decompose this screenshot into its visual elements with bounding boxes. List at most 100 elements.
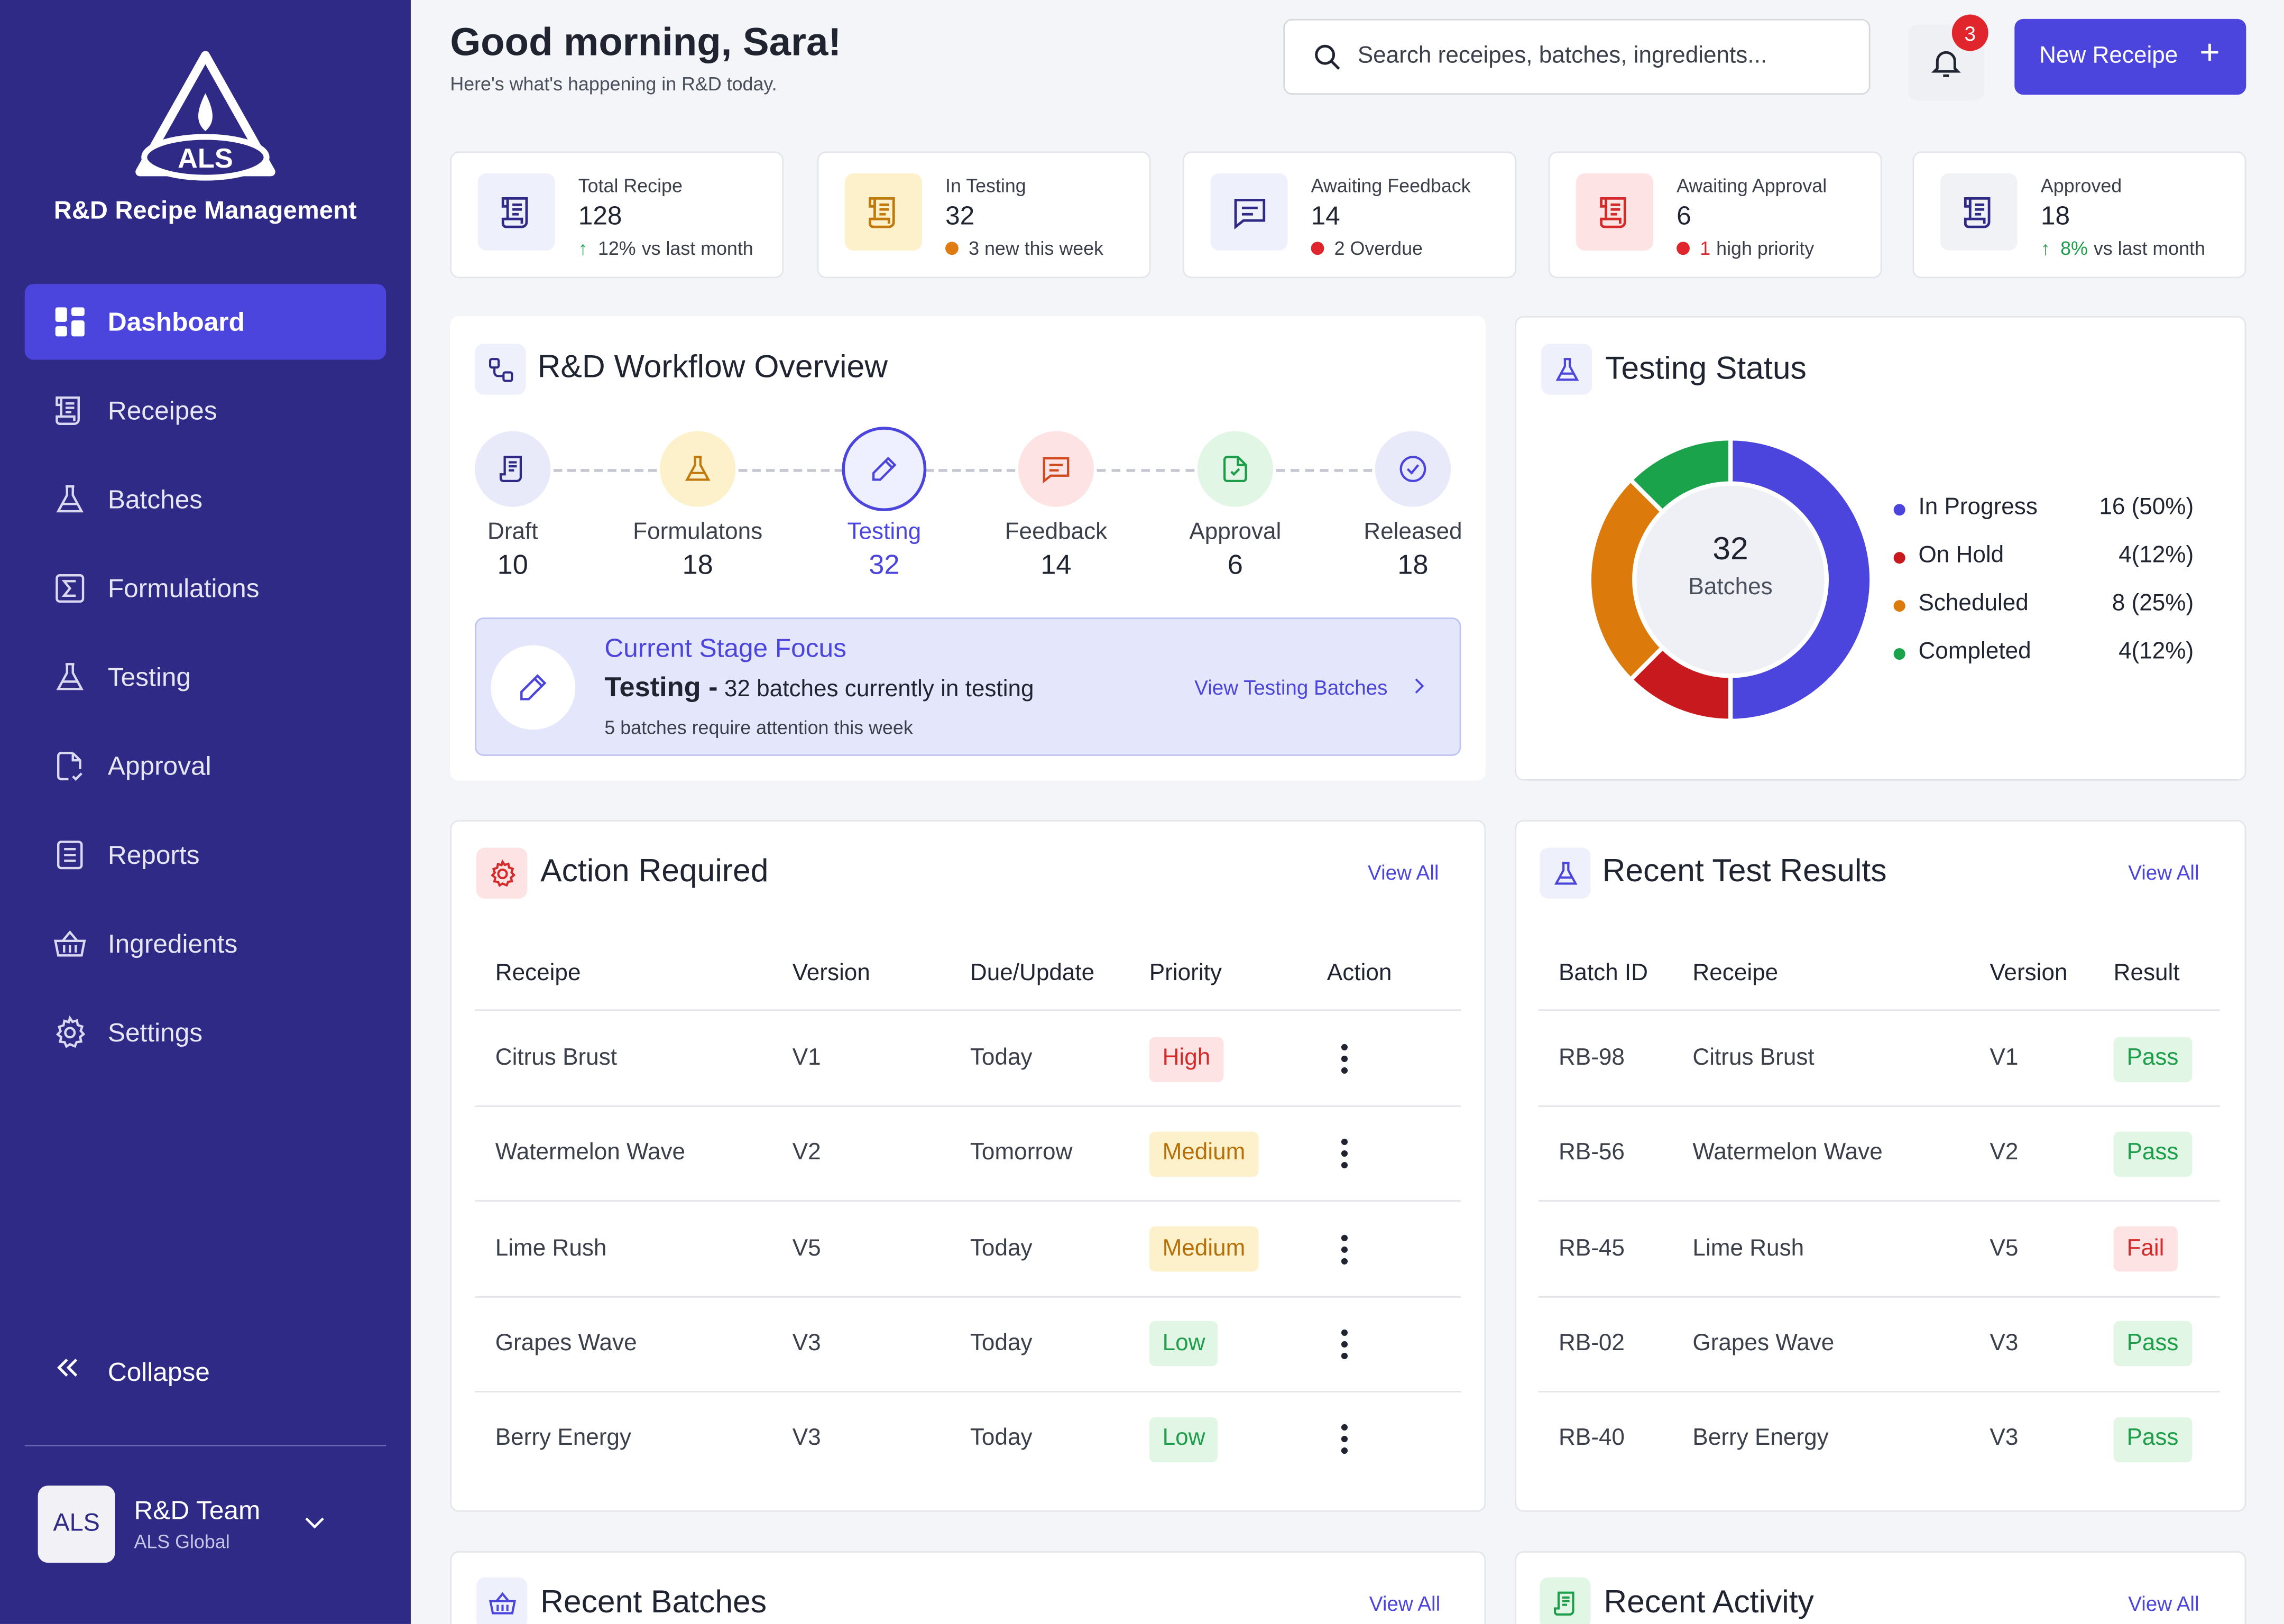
table-cell-recipe: Grapes Wave — [1692, 1331, 1835, 1356]
table-header[interactable]: Receipe — [1692, 961, 1778, 988]
table-header[interactable]: Version — [793, 961, 870, 988]
sidebar-item-dashboard[interactable]: Dashboard — [24, 284, 386, 360]
table-cell-batch[interactable]: RB-98 — [1559, 1046, 1625, 1072]
workflow-connector — [925, 469, 1016, 472]
table-cell-batch[interactable]: RB-02 — [1559, 1331, 1625, 1358]
stat-card[interactable]: Awaiting Feedback 14 2 Overdue — [1183, 151, 1517, 279]
stat-label: Awaiting Feedback — [1311, 174, 1471, 197]
status-dot — [1677, 242, 1690, 255]
chevron-right-icon[interactable] — [1407, 675, 1430, 702]
collapse-button[interactable]: Collapse — [51, 1352, 210, 1392]
more-vertical-icon[interactable] — [1337, 1043, 1352, 1075]
workflow-stage-approval[interactable] — [1197, 431, 1273, 507]
workflow-stage-feedback[interactable] — [1018, 431, 1094, 507]
table-cell-version: V3 — [1990, 1426, 2019, 1451]
table-cell-recipe[interactable]: Citrus Brust — [495, 1046, 617, 1072]
alert-gear-icon — [476, 847, 528, 899]
table-cell-version: V5 — [1990, 1235, 2019, 1261]
search-input[interactable] — [1357, 43, 1838, 70]
legend-value: 4(12%) — [2119, 543, 2194, 568]
table-header[interactable]: Batch ID — [1559, 961, 1648, 988]
flask-icon — [51, 481, 89, 519]
view-testing-batches-link[interactable]: View Testing Batches — [1194, 676, 1387, 699]
search-box[interactable] — [1283, 19, 1871, 95]
recipe-icon — [496, 453, 529, 485]
legend-value: 4(12%) — [2119, 639, 2194, 665]
table-header[interactable]: Receipe — [495, 961, 581, 988]
workflow-stage-formulatons[interactable] — [660, 431, 736, 507]
table-header[interactable]: Result — [2114, 961, 2180, 988]
stat-label: Awaiting Approval — [1677, 174, 1827, 197]
focus-sub: 5 batches require attention this week — [604, 716, 913, 739]
testing-status-title: Testing Status — [1605, 349, 1807, 386]
table-cell-recipe: Lime Rush — [1692, 1235, 1804, 1261]
workflow-stage-draft[interactable] — [475, 431, 551, 507]
arrow-up-icon: ↑ — [578, 237, 588, 260]
focus-stage: Testing - — [604, 672, 718, 704]
page-subtitle: Here's what's happening in R&D today. — [450, 72, 777, 95]
sidebar-item-reports[interactable]: Reports — [25, 817, 386, 893]
recent-activity-view-all[interactable]: View All — [2128, 1592, 2199, 1615]
sidebar-item-formulations[interactable]: Formulations — [25, 550, 386, 626]
table-cell-version: V3 — [792, 1331, 821, 1356]
more-vertical-icon[interactable] — [1337, 1233, 1352, 1265]
table-cell-recipe[interactable]: Watermelon Wave — [495, 1141, 685, 1167]
focus-title: Current Stage Focus — [604, 633, 846, 663]
table-cell-batch[interactable]: RB-56 — [1559, 1141, 1625, 1167]
basket-icon — [476, 1577, 528, 1624]
team-name: R&D Team — [134, 1495, 261, 1525]
priority-badge: Low — [1149, 1416, 1219, 1462]
sidebar-item-testing[interactable]: Testing — [25, 639, 386, 715]
new-receipe-button[interactable]: New Receipe + — [2014, 19, 2246, 95]
recipe-icon — [477, 173, 555, 251]
sidebar-item-receipes[interactable]: Receipes — [25, 373, 386, 448]
sidebar-item-batches[interactable]: Batches — [25, 462, 386, 537]
table-cell-version: V2 — [1990, 1141, 2019, 1166]
notification-badge: 3 — [1951, 14, 1988, 51]
stat-card[interactable]: In Testing 32 3 new this week — [817, 151, 1151, 279]
table-cell-recipe[interactable]: Berry Energy — [495, 1426, 631, 1453]
recipe-icon — [51, 392, 89, 430]
stat-card[interactable]: Approved 18 ↑ 8% vs last month — [1912, 151, 2246, 279]
workflow-stage-released[interactable] — [1375, 431, 1451, 507]
table-header[interactable]: Due/Update — [970, 961, 1094, 988]
table-cell-batch[interactable]: RB-40 — [1559, 1426, 1625, 1453]
workflow-stage-testing[interactable] — [842, 427, 927, 512]
more-vertical-icon[interactable] — [1337, 1138, 1352, 1170]
more-vertical-icon[interactable] — [1337, 1328, 1352, 1360]
result-badge: Pass — [2113, 1321, 2192, 1367]
legend-value: 8 (25%) — [2112, 591, 2194, 616]
recent-test-results-view-all[interactable]: View All — [2128, 861, 2199, 884]
sidebar-item-settings[interactable]: Settings — [25, 995, 386, 1071]
status-dot — [1311, 242, 1324, 255]
status-dot — [945, 242, 959, 255]
table-cell-recipe[interactable]: Lime Rush — [495, 1236, 607, 1262]
table-header[interactable]: Version — [1990, 961, 2067, 988]
result-badge: Pass — [2113, 1131, 2192, 1177]
sidebar-item-approval[interactable]: Approval — [25, 728, 386, 804]
action-required-title: Action Required — [540, 852, 769, 889]
table-header[interactable]: Priority — [1149, 961, 1222, 988]
table-cell-batch[interactable]: RB-45 — [1559, 1236, 1625, 1262]
search-icon — [1315, 44, 1340, 70]
table-divider — [1538, 1105, 2220, 1107]
sidebar-item-ingredients[interactable]: Ingredients — [25, 906, 386, 982]
stat-label: Total Recipe — [578, 174, 683, 197]
recipe-icon — [1576, 173, 1654, 251]
workflow-connector — [1097, 469, 1195, 472]
stat-card[interactable]: Total Recipe 128 ↑ 12% vs last month — [450, 151, 784, 279]
recent-batches-view-all[interactable]: View All — [1369, 1592, 1440, 1615]
table-cell-recipe: Citrus Brust — [1692, 1046, 1815, 1071]
table-cell-version: V1 — [1990, 1046, 2019, 1071]
table-divider — [475, 1201, 1461, 1202]
bell-icon — [1931, 51, 1961, 77]
table-cell-recipe[interactable]: Grapes Wave — [495, 1331, 637, 1358]
team-switcher[interactable]: ALS R&D Team ALS Global — [38, 1484, 388, 1563]
table-header[interactable]: Action — [1327, 961, 1392, 988]
stat-card[interactable]: Awaiting Approval 6 1 high priority — [1548, 151, 1882, 279]
stat-sub-text: vs last month — [2093, 237, 2205, 260]
result-badge: Fail — [2113, 1226, 2178, 1272]
more-vertical-icon[interactable] — [1337, 1423, 1352, 1455]
result-badge: Pass — [2113, 1416, 2192, 1462]
action-required-view-all[interactable]: View All — [1368, 861, 1439, 884]
